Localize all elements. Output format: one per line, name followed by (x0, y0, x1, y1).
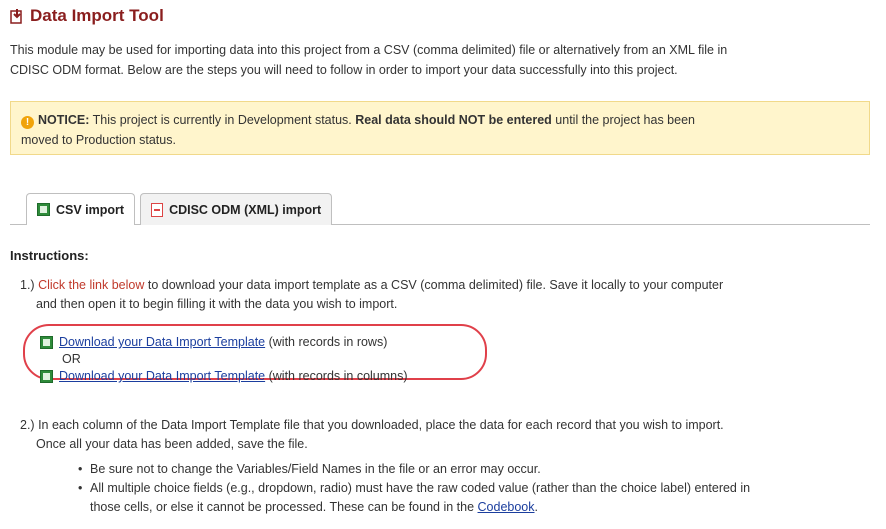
step-2-line-2: Once all your data has been added, save … (36, 437, 308, 451)
step-2-bullets: Be sure not to change the Variables/Fiel… (78, 460, 878, 517)
list-item: All multiple choice fields (e.g., dropdo… (78, 479, 878, 517)
notice-bold: Real data should NOT be entered (355, 113, 552, 127)
import-icon (10, 9, 22, 24)
tab-csv-import[interactable]: CSV import (26, 193, 136, 225)
spreadsheet-icon (37, 203, 50, 216)
codebook-link[interactable]: Codebook (478, 500, 535, 514)
xml-file-icon (151, 202, 164, 217)
intro-line-2: CDISC ODM format. Below are the steps yo… (10, 63, 678, 77)
spreadsheet-icon (40, 369, 53, 383)
tab-cdisc-odm-import[interactable]: CDISC ODM (XML) import (140, 193, 333, 225)
download-columns-suffix: (with records in columns) (265, 369, 408, 383)
intro-text: This module may be used for importing da… (10, 40, 880, 80)
warning-icon: ! (21, 116, 34, 129)
notice-line-2: moved to Production status. (21, 133, 176, 147)
download-template-rows-link[interactable]: Download your Data Import Template (59, 335, 265, 349)
download-rows-suffix: (with records in rows) (265, 335, 388, 349)
page-title: Data Import Tool (10, 6, 164, 26)
step-1-text: to download your data import template as… (144, 278, 724, 292)
step-number: 2.) (20, 418, 35, 432)
notice-box: ! NOTICE: This project is currently in De… (10, 101, 870, 155)
tab-label: CSV import (56, 202, 125, 217)
step-1-line-1: 1.) Click the link below to download you… (20, 276, 880, 295)
bullet-line-1: All multiple choice fields (e.g., dropdo… (90, 481, 751, 495)
notice-label: NOTICE: (38, 113, 90, 127)
tab-label: CDISC ODM (XML) import (169, 202, 322, 217)
notice-text-1: This project is currently in Development… (89, 113, 356, 127)
notice-line-1: ! NOTICE: This project is currently in De… (21, 110, 859, 130)
click-link-below-text: Click the link below (38, 278, 145, 292)
bullet-end: . (534, 500, 538, 514)
spreadsheet-icon (40, 335, 53, 349)
step-number: 1.) (20, 278, 35, 292)
bullet-line-2-text: those cells, or else it cannot be proces… (90, 500, 478, 514)
list-item: Be sure not to change the Variables/Fiel… (78, 460, 878, 479)
instructions-heading: Instructions: (10, 248, 89, 263)
page-title-text: Data Import Tool (30, 6, 164, 25)
download-template-columns-link[interactable]: Download your Data Import Template (59, 369, 265, 383)
or-separator: OR (62, 352, 81, 366)
notice-text-2: until the project has been (551, 113, 695, 127)
download-template-columns: Download your Data Import Template (with… (40, 369, 408, 383)
step-2: 2.) In each column of the Data Import Te… (20, 416, 880, 454)
step-2-line-1: 2.) In each column of the Data Import Te… (20, 416, 880, 435)
step-1-line-2: and then open it to begin filling it wit… (36, 297, 398, 311)
import-tabs: CSV import CDISC ODM (XML) import (26, 193, 333, 225)
download-template-rows: Download your Data Import Template (with… (40, 335, 387, 349)
step-2-text: In each column of the Data Import Templa… (38, 418, 724, 432)
intro-line-1: This module may be used for importing da… (10, 43, 728, 57)
bullet-line-2: those cells, or else it cannot be proces… (90, 498, 878, 517)
step-1: 1.) Click the link below to download you… (20, 276, 880, 314)
